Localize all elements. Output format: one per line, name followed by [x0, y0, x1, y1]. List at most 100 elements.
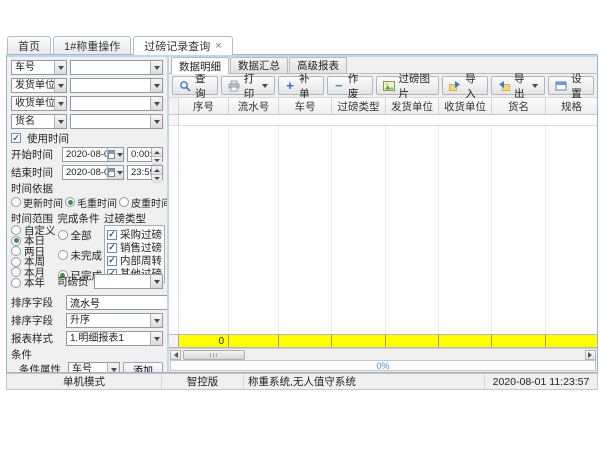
condition-attr-combo[interactable]: 车号 — [68, 362, 120, 372]
plus-icon: + — [285, 80, 295, 92]
tab-weighing-operation-label: 1#称重操作 — [64, 38, 120, 54]
col-vehicle[interactable]: 车号 — [279, 98, 332, 114]
receiver-value-combo[interactable] — [70, 96, 163, 111]
chevron-down-icon[interactable] — [150, 97, 162, 110]
chevron-down-icon — [262, 84, 268, 91]
col-flow-number[interactable]: 流水号 — [229, 98, 279, 114]
report-style-combo[interactable]: 1.明细报表1 — [66, 331, 163, 346]
void-button[interactable]: − 作废 — [327, 76, 373, 95]
summary-row: 0 — [169, 334, 597, 348]
chevron-down-icon[interactable] — [107, 363, 119, 372]
export-icon — [498, 80, 510, 92]
chevron-down-icon[interactable] — [54, 115, 66, 128]
sort-field-row: 排序字段 — [11, 295, 163, 310]
chevron-down-icon[interactable] — [150, 314, 162, 327]
scroll-right-arrow-icon[interactable] — [585, 350, 596, 360]
chevron-down-icon[interactable] — [54, 97, 66, 110]
summary-cell — [332, 335, 386, 347]
start-time-label: 开始时间 — [11, 147, 59, 162]
chevron-down-icon[interactable] — [54, 79, 66, 92]
chevron-down-icon[interactable] — [150, 332, 162, 345]
grid-body[interactable] — [169, 126, 597, 334]
radio-unfinished[interactable]: 未完成 — [58, 245, 103, 265]
horizontal-scrollbar[interactable] — [169, 348, 597, 360]
shipper-value-combo[interactable] — [70, 78, 163, 93]
summary-cell — [386, 335, 439, 347]
close-tab-icon[interactable]: × — [215, 41, 221, 51]
col-serial[interactable]: 序号 — [179, 98, 229, 114]
chevron-down-icon[interactable] — [150, 115, 162, 128]
end-date-picker[interactable]: 2020-08-01 — [62, 165, 124, 180]
toolbar: 查询 打印 + 补单 − 作废 — [169, 74, 597, 98]
void-button-label: 作废 — [348, 71, 366, 101]
data-panel: 数据明细 数据汇总 高级报表 查询 打印 — [169, 57, 597, 372]
use-time-label: 使用时间 — [27, 131, 69, 146]
radio-update-time[interactable]: 更新时间 — [11, 195, 63, 210]
spinner-arrows-icon[interactable] — [151, 166, 162, 179]
settings-icon — [555, 80, 567, 92]
goods-field-select[interactable]: 货名 — [11, 114, 67, 129]
query-button[interactable]: 查询 — [172, 76, 218, 95]
vehicle-value-combo[interactable] — [70, 60, 163, 75]
tab-weighing-operation[interactable]: 1#称重操作 — [53, 36, 131, 54]
grid-column-guide — [386, 126, 439, 334]
end-time-spinner[interactable]: 23:59:59 — [127, 165, 163, 180]
tab-weighing-record-query[interactable]: 过磅记录查询 × — [133, 36, 232, 55]
start-time-spinner[interactable]: 0:00:00 — [127, 147, 163, 162]
spinner-arrows-icon[interactable] — [151, 148, 162, 161]
printer-icon — [228, 80, 240, 92]
radio-this-year[interactable]: 本年 — [11, 278, 56, 289]
col-shipper[interactable]: 发货单位 — [386, 98, 439, 114]
goods-value-combo[interactable] — [70, 114, 163, 129]
grid-new-row[interactable] — [169, 115, 597, 126]
chevron-down-icon[interactable] — [54, 61, 66, 74]
summary-count-cell: 0 — [179, 335, 229, 347]
weigh-photo-button[interactable]: 过磅图片 — [376, 76, 440, 95]
tab-data-summary[interactable]: 数据汇总 — [230, 57, 288, 73]
calendar-icon[interactable] — [107, 166, 123, 179]
chevron-down-icon[interactable] — [150, 79, 162, 92]
summary-cell — [492, 335, 546, 347]
col-weigh-type[interactable]: 过磅类型 — [332, 98, 386, 114]
weigher-combo[interactable] — [94, 274, 163, 289]
vehicle-field-select[interactable]: 车号 — [11, 60, 67, 75]
sort-field-input[interactable] — [66, 295, 169, 310]
summary-cell — [546, 335, 597, 347]
receiver-field-select[interactable]: 收货单位 — [11, 96, 67, 111]
status-bar: 单机模式 智控版 称重系统,无人值守系统 2020-08-01 11:23:57 — [6, 373, 598, 390]
sort-order-combo[interactable]: 升序 — [66, 313, 163, 328]
scrollbar-thumb[interactable] — [183, 350, 245, 360]
report-style-label: 报表样式 — [11, 331, 63, 346]
end-time-label: 结束时间 — [11, 165, 59, 180]
summary-row-stub — [169, 335, 179, 347]
end-time-row: 结束时间 2020-08-01 23:59:59 — [11, 165, 163, 180]
radio-tare-time[interactable]: 皮重时间 — [119, 195, 169, 210]
col-goods[interactable]: 货名 — [492, 98, 546, 114]
settings-button[interactable]: 设置 — [548, 76, 594, 95]
image-icon — [383, 80, 395, 92]
end-date-value: 2020-08-01 — [63, 166, 107, 179]
tab-data-detail[interactable]: 数据明细 — [171, 57, 229, 74]
supplement-order-button[interactable]: + 补单 — [278, 76, 324, 95]
use-time-checkbox[interactable]: ✓ — [11, 133, 21, 143]
add-condition-button[interactable]: 添加 — [123, 362, 163, 372]
calendar-icon[interactable] — [107, 148, 123, 161]
scroll-left-arrow-icon[interactable] — [170, 350, 181, 360]
col-spec[interactable]: 规格 — [546, 98, 597, 114]
time-basis-options: 更新时间 毛重时间 皮重时间 — [11, 196, 163, 208]
shipper-field-select[interactable]: 发货单位 — [11, 78, 67, 93]
radio-all[interactable]: 全部 — [58, 225, 103, 245]
tab-home[interactable]: 首页 — [7, 36, 51, 54]
chevron-down-icon[interactable] — [150, 275, 162, 288]
print-button[interactable]: 打印 — [221, 76, 275, 95]
export-button[interactable]: 导出 — [491, 76, 545, 95]
supplement-order-label: 补单 — [299, 71, 317, 101]
start-date-picker[interactable]: 2020-08-01 — [62, 147, 124, 162]
chevron-down-icon[interactable] — [150, 61, 162, 74]
weighing-app-window: 首页 1#称重操作 过磅记录查询 × 车号 发货单位 — [6, 36, 598, 390]
col-receiver[interactable]: 收货单位 — [439, 98, 492, 114]
tab-advanced-report[interactable]: 高级报表 — [289, 57, 347, 73]
radio-gross-time[interactable]: 毛重时间 — [65, 195, 117, 210]
import-button[interactable]: 导入 — [442, 76, 488, 95]
sort-order-row: 排序字段 升序 — [11, 313, 163, 328]
